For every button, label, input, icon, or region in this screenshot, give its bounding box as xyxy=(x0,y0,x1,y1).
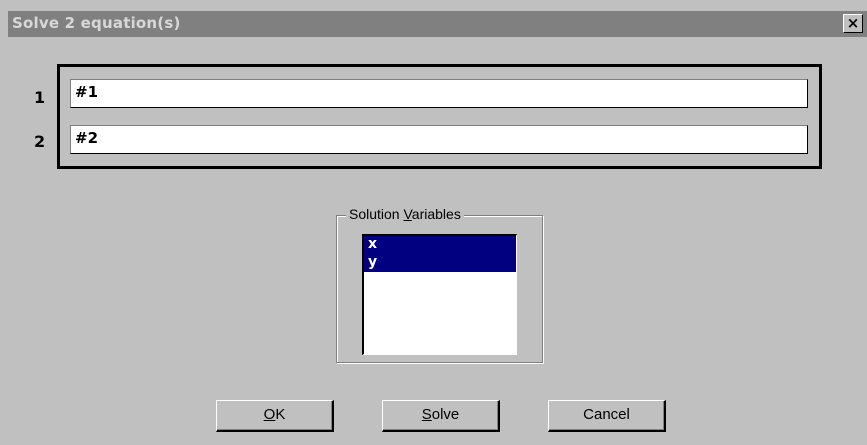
equation-number-1: 1 xyxy=(34,88,46,107)
solve-button[interactable]: Solve xyxy=(382,400,500,432)
label-hotkey: V xyxy=(403,206,412,222)
solution-variables-label: Solution Variables xyxy=(346,206,464,222)
label-suffix: ariables xyxy=(411,206,461,222)
equation-1-field[interactable]: #1 xyxy=(70,79,808,108)
equation-number-2: 2 xyxy=(34,132,46,151)
cancel-button[interactable]: Cancel xyxy=(548,400,666,432)
solve-hotkey: S xyxy=(421,406,432,423)
list-item-x[interactable]: x xyxy=(364,236,516,254)
label-prefix: Solution xyxy=(349,206,404,222)
solve-equations-dialog: Solve 2 equation(s) × 1 #1 2 #2 Solution… xyxy=(0,0,867,445)
ok-rest: K xyxy=(275,406,286,423)
ok-hotkey: O xyxy=(263,406,276,423)
close-icon: × xyxy=(846,14,860,32)
window-title: Solve 2 equation(s) xyxy=(12,14,181,32)
solution-variables-list[interactable]: x y xyxy=(362,234,517,355)
ok-button[interactable]: OK xyxy=(216,400,334,432)
close-button[interactable]: × xyxy=(843,14,863,33)
equation-2-field[interactable]: #2 xyxy=(70,125,808,154)
solve-rest: olve xyxy=(431,406,460,423)
list-item-y[interactable]: y xyxy=(364,254,516,272)
title-bar[interactable]: Solve 2 equation(s) × xyxy=(8,11,867,37)
